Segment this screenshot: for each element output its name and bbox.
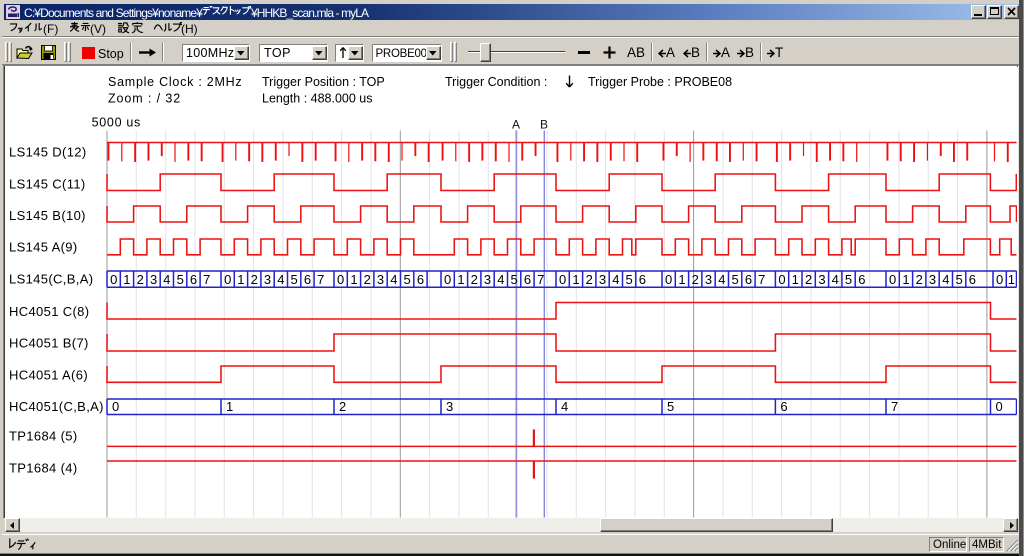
svg-text:HC4051 A(6): HC4051 A(6) [9, 368, 88, 383]
svg-text:A: A [512, 118, 520, 132]
svg-text:6: 6 [858, 272, 865, 287]
svg-text:1: 1 [1008, 272, 1015, 287]
svg-text:1: 1 [123, 272, 130, 287]
svg-text:0: 0 [444, 272, 451, 287]
svg-text:HC4051 B(7): HC4051 B(7) [9, 336, 89, 351]
svg-text:2: 2 [251, 272, 258, 287]
svg-text:5: 5 [625, 272, 632, 287]
svg-text:6: 6 [969, 272, 976, 287]
svg-text:0: 0 [996, 272, 1003, 287]
svg-text:B: B [540, 118, 548, 132]
svg-text:4: 4 [163, 272, 170, 287]
svg-text:6: 6 [639, 272, 646, 287]
svg-text:5: 5 [731, 272, 738, 287]
svg-text:3: 3 [599, 272, 606, 287]
svg-text:0: 0 [224, 272, 231, 287]
svg-text:HC4051 C(8): HC4051 C(8) [9, 304, 89, 319]
svg-text:6: 6 [745, 272, 752, 287]
svg-text:2: 2 [805, 272, 812, 287]
svg-text:5: 5 [403, 272, 410, 287]
svg-text:LS145(C,B,A): LS145(C,B,A) [9, 272, 93, 287]
svg-text:0: 0 [110, 272, 117, 287]
svg-text:Trigger Probe : PROBE08: Trigger Probe : PROBE08 [588, 75, 732, 89]
svg-text:4: 4 [497, 272, 504, 287]
svg-text:4: 4 [277, 272, 284, 287]
svg-text:Trigger Condition :: Trigger Condition : [445, 75, 547, 89]
svg-text:3: 3 [150, 272, 157, 287]
svg-text:0: 0 [559, 272, 566, 287]
svg-text:3: 3 [484, 272, 491, 287]
svg-text:2: 2 [692, 272, 699, 287]
svg-text:2: 2 [586, 272, 593, 287]
svg-text:5: 5 [955, 272, 962, 287]
svg-text:4: 4 [561, 399, 568, 414]
svg-text:LS145 C(11): LS145 C(11) [9, 177, 86, 192]
svg-text:3: 3 [929, 272, 936, 287]
svg-text:4: 4 [718, 272, 725, 287]
svg-text:5000 us: 5000 us [92, 116, 141, 130]
svg-text:0: 0 [112, 399, 119, 414]
svg-text:0: 0 [337, 272, 344, 287]
svg-text:5: 5 [177, 272, 184, 287]
svg-text:1: 1 [226, 399, 233, 414]
svg-text:1: 1 [237, 272, 244, 287]
svg-text:0: 0 [778, 272, 785, 287]
svg-text:2: 2 [364, 272, 371, 287]
svg-text:Length : 488.000 us: Length : 488.000 us [262, 92, 373, 106]
svg-text:4: 4 [942, 272, 949, 287]
svg-text:6: 6 [780, 399, 787, 414]
svg-text:2: 2 [471, 272, 478, 287]
svg-text:0: 0 [665, 272, 672, 287]
svg-text:1: 1 [572, 272, 579, 287]
svg-text:LS145 A(9): LS145 A(9) [9, 240, 78, 255]
svg-text:7: 7 [537, 272, 544, 287]
svg-text:5: 5 [845, 272, 852, 287]
svg-text:5: 5 [667, 399, 674, 414]
svg-text:Sample Clock : 2MHz: Sample Clock : 2MHz [108, 75, 242, 89]
svg-text:LS145 D(12): LS145 D(12) [9, 145, 87, 160]
svg-text:6: 6 [190, 272, 197, 287]
svg-text:6: 6 [417, 272, 424, 287]
svg-text:1: 1 [350, 272, 357, 287]
svg-text:2: 2 [137, 272, 144, 287]
svg-text:7: 7 [317, 272, 324, 287]
svg-text:4: 4 [390, 272, 397, 287]
svg-text:Zoom : / 32: Zoom : / 32 [108, 92, 181, 106]
svg-text:3: 3 [264, 272, 271, 287]
svg-text:LS145 B(10): LS145 B(10) [9, 208, 86, 223]
svg-text:0: 0 [996, 399, 1003, 414]
svg-text:6: 6 [524, 272, 531, 287]
svg-text:HC4051(C,B,A): HC4051(C,B,A) [9, 399, 104, 414]
svg-text:1: 1 [792, 272, 799, 287]
svg-text:3: 3 [446, 399, 453, 414]
svg-text:5: 5 [290, 272, 297, 287]
svg-text:5: 5 [510, 272, 517, 287]
svg-text:1: 1 [902, 272, 909, 287]
svg-text:7: 7 [758, 272, 765, 287]
svg-text:3: 3 [377, 272, 384, 287]
svg-text:6: 6 [304, 272, 311, 287]
svg-text:1: 1 [457, 272, 464, 287]
svg-text:7: 7 [203, 272, 210, 287]
svg-text:Trigger Position : TOP: Trigger Position : TOP [262, 75, 385, 89]
svg-text:3: 3 [818, 272, 825, 287]
svg-text:4: 4 [832, 272, 839, 287]
svg-text:4: 4 [612, 272, 619, 287]
svg-text:0: 0 [889, 272, 896, 287]
svg-text:2: 2 [916, 272, 923, 287]
svg-text:TP1684 (5): TP1684 (5) [9, 429, 78, 444]
svg-text:7: 7 [891, 399, 898, 414]
svg-text:1: 1 [678, 272, 685, 287]
svg-text:2: 2 [339, 399, 346, 414]
svg-text:TP1684 (4): TP1684 (4) [9, 461, 78, 476]
svg-text:3: 3 [705, 272, 712, 287]
